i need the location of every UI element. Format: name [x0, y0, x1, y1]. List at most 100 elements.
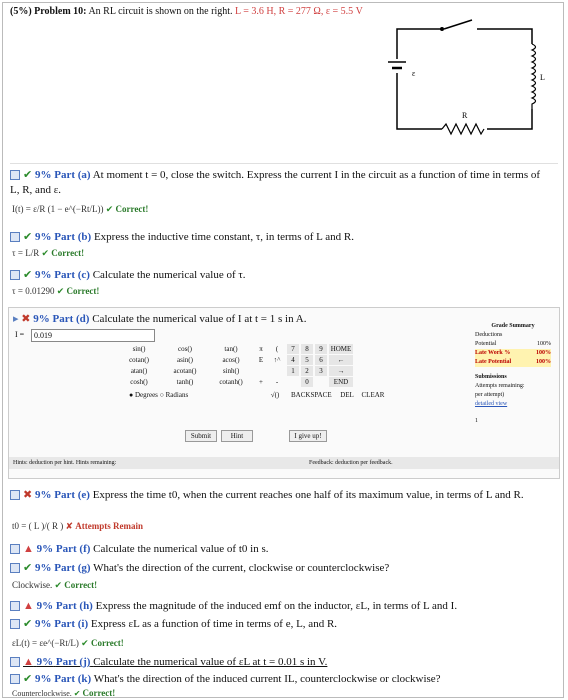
const-key[interactable]: E	[254, 355, 268, 365]
part-k-status: Correct!	[82, 688, 116, 698]
submit-button[interactable]: Submit	[185, 430, 217, 442]
part-g-text: What's the direction of the current, clo…	[93, 562, 390, 574]
keypad-key[interactable]: 7	[287, 344, 299, 354]
part-c-label[interactable]: Part (c)	[54, 269, 90, 281]
keypad-key[interactable]: 9	[315, 344, 327, 354]
keypad-key[interactable]: →	[329, 366, 353, 376]
part-i-label[interactable]: Part (i)	[54, 618, 88, 630]
collapse-icon[interactable]	[10, 544, 20, 555]
part-j: ▲ 9% Part (j) Calculate the numerical va…	[10, 656, 327, 668]
part-f-label[interactable]: Part (f)	[56, 543, 91, 555]
part-e-pct: 9%	[34, 489, 52, 501]
func-key[interactable]: cos()	[163, 344, 207, 354]
func-key[interactable]: acotan()	[163, 366, 207, 376]
check-icon: ✔	[23, 673, 33, 685]
part-e-label[interactable]: Part (e)	[54, 489, 90, 501]
part-j-pct: 9%	[36, 656, 54, 668]
collapse-icon[interactable]	[10, 490, 20, 501]
part-i: ✔ 9% Part (i) Express εL as a function o…	[10, 617, 337, 630]
hint-button[interactable]: Hint	[221, 430, 253, 442]
part-d-label[interactable]: Part (d)	[53, 313, 90, 325]
cross-icon: ✘	[65, 521, 74, 531]
keypad-key[interactable]: 1	[287, 366, 299, 376]
keypad-key[interactable]: 2	[301, 366, 313, 376]
part-g-label[interactable]: Part (g)	[54, 562, 90, 574]
grade-submissions: Submissions	[475, 374, 507, 380]
correct-check-icon: ✔	[105, 204, 114, 214]
expand-arrow-icon[interactable]: ▸	[13, 313, 19, 325]
collapse-icon[interactable]	[10, 232, 20, 243]
answer-input[interactable]: 0.019	[31, 329, 155, 342]
collapse-icon[interactable]	[10, 657, 20, 668]
keypad-key[interactable]: 8	[301, 344, 313, 354]
keypad-key[interactable]: BACKSPACE	[291, 390, 332, 400]
part-i-pct: 9%	[34, 618, 52, 630]
keypad-key[interactable]: 4	[287, 355, 299, 365]
func-key[interactable]: asin()	[163, 355, 207, 365]
keypad-key[interactable]: DEL	[335, 390, 359, 400]
part-i-status: Correct!	[90, 638, 124, 648]
part-k-text: What's the direction of the induced curr…	[93, 673, 441, 685]
keypad-key[interactable]: CLEAR	[361, 390, 385, 400]
func-key[interactable]: tanh()	[163, 377, 207, 387]
part-b-label[interactable]: Part (b)	[54, 231, 91, 243]
part-f-pct: 9%	[36, 543, 54, 555]
const-key[interactable]: +	[254, 377, 268, 387]
part-h-label[interactable]: Part (h)	[56, 600, 93, 612]
angle-mode-radio[interactable]: ● Degrees ○ Radians	[129, 390, 239, 400]
keypad-key[interactable]: 6	[315, 355, 327, 365]
inductor-label: L	[540, 73, 545, 82]
keypad-key[interactable]: 3	[315, 366, 327, 376]
collapse-icon[interactable]	[10, 170, 20, 181]
grade-late-work-row: Late Work % 100%	[475, 349, 551, 358]
part-j-label[interactable]: Part (j)	[56, 656, 91, 668]
collapse-icon[interactable]	[10, 270, 20, 281]
part-c-status: Correct!	[66, 286, 100, 296]
const-key[interactable]: π	[254, 344, 268, 354]
func-key[interactable]: acos()	[209, 355, 253, 365]
collapse-icon[interactable]	[10, 563, 20, 574]
part-a-pct: 9%	[34, 169, 52, 181]
part-g: ✔ 9% Part (g) What's the direction of th…	[10, 561, 389, 574]
func-key[interactable]: cotanh()	[209, 377, 253, 387]
part-a: ✔ 9% Part (a) At moment t = 0, close the…	[10, 168, 550, 198]
grade-late-potential-value: 100%	[536, 359, 551, 365]
part-g-pct: 9%	[34, 562, 52, 574]
const-key[interactable]: -	[270, 377, 284, 387]
collapse-icon[interactable]	[10, 601, 20, 612]
emf-label: ε	[412, 69, 416, 78]
part-h-text: Express the magnitude of the induced emf…	[95, 600, 458, 612]
func-key[interactable]: sin()	[117, 344, 161, 354]
check-icon: ✔	[23, 269, 33, 281]
keypad-key[interactable]: HOME	[329, 344, 353, 354]
part-k-label[interactable]: Part (k)	[54, 673, 91, 685]
check-icon: ✔	[23, 169, 33, 181]
give-up-button[interactable]: I give up!	[289, 430, 327, 442]
func-key[interactable]: cosh()	[117, 377, 161, 387]
part-i-text: Express εL as a function of time in term…	[90, 618, 338, 630]
const-key[interactable]: ↑^	[270, 355, 284, 365]
keypad-key[interactable]: √()	[263, 390, 287, 400]
keypad-key[interactable]: ←	[329, 355, 353, 365]
part-c-answer-row: τ = 0.01290 ✔ Correct!	[12, 286, 99, 297]
keypad-key[interactable]: END	[329, 377, 353, 387]
check-icon: ✔	[23, 231, 33, 243]
collapse-icon[interactable]	[10, 674, 20, 685]
collapse-icon[interactable]	[10, 619, 20, 630]
func-key[interactable]: atan()	[117, 366, 161, 376]
part-a-label[interactable]: Part (a)	[54, 169, 90, 181]
part-e: ✖ 9% Part (e) Express the time t0, when …	[10, 488, 550, 503]
part-c-text: Calculate the numerical value of τ.	[92, 269, 246, 281]
grade-title: Grade Summary	[491, 323, 535, 329]
keypad-key[interactable]: 5	[301, 355, 313, 365]
grade-deductions: Deductions	[475, 332, 503, 338]
func-key[interactable]: cotan()	[117, 355, 161, 365]
const-key[interactable]: (	[270, 344, 284, 354]
func-key[interactable]: tan()	[209, 344, 253, 354]
problem-statement: An RL circuit is shown on the right.	[88, 6, 233, 17]
detailed-view-link[interactable]: detailed view	[475, 400, 551, 409]
part-k-answer-row: Counterclockwise. ✔ Correct!	[12, 688, 115, 698]
func-key[interactable]: sinh()	[209, 366, 253, 376]
grade-summary: Grade Summary Deductions Potential 100% L…	[475, 322, 551, 426]
keypad-key[interactable]: 0	[301, 377, 313, 387]
